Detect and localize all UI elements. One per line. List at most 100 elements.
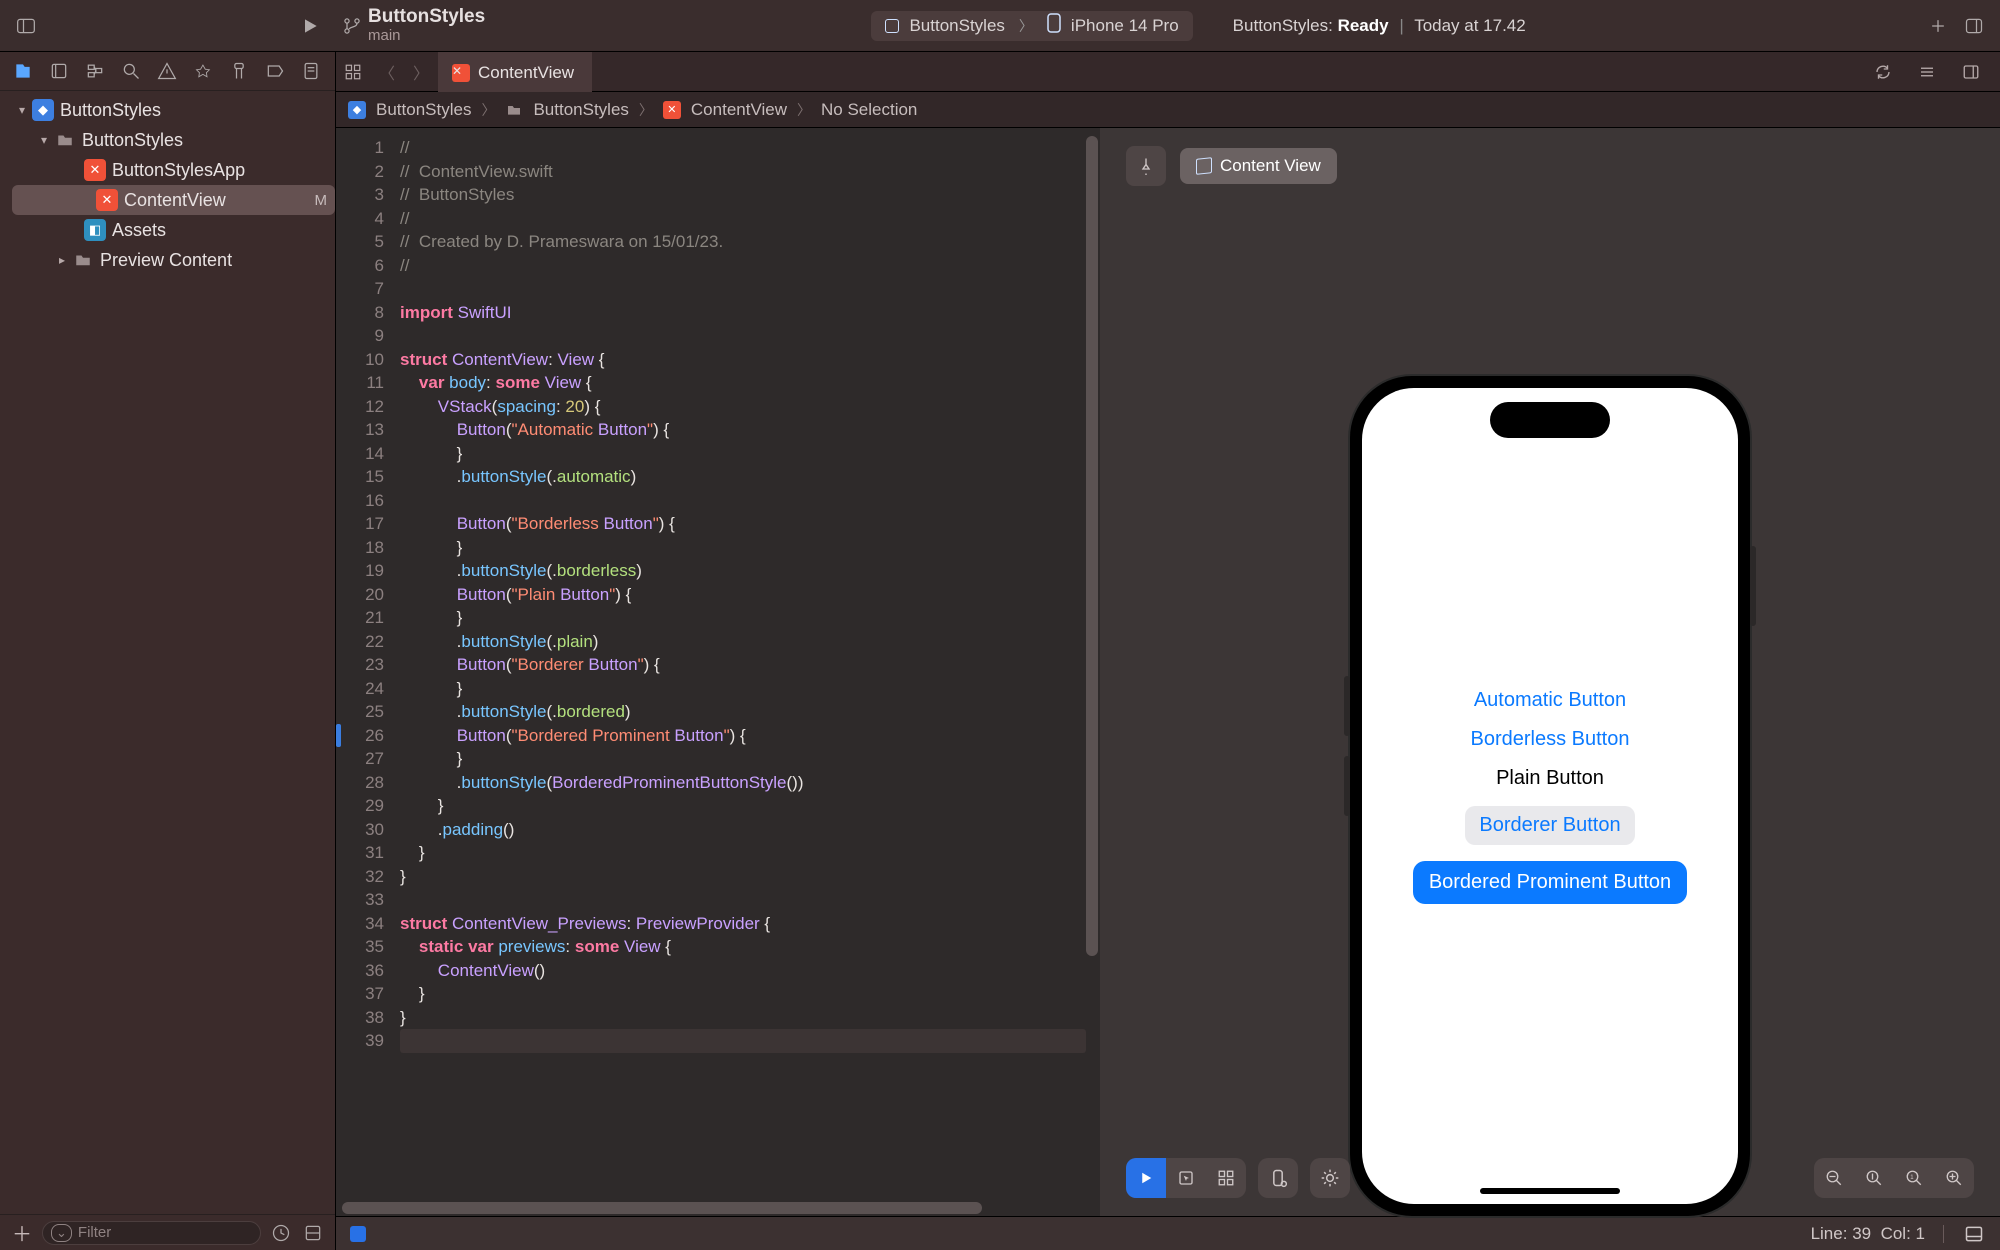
swift-icon: ✕ <box>84 159 106 181</box>
folder-icon <box>54 129 76 151</box>
device-volume-up <box>1344 676 1350 736</box>
device-frame: Automatic Button Borderless Button Plain… <box>1350 376 1750 1216</box>
tree-item-contentview[interactable]: ✕ ContentView M <box>12 185 335 215</box>
navigator-selector-bar <box>0 52 335 91</box>
swift-icon: ✕ <box>96 189 118 211</box>
tree-item-assets[interactable]: ◧ Assets <box>0 215 335 245</box>
tree-label: ContentView <box>124 190 226 211</box>
filter-icon: ⌄ <box>51 1224 72 1242</box>
live-preview-button[interactable] <box>1126 1158 1166 1198</box>
preview-selector[interactable]: Content View <box>1180 148 1337 184</box>
breakpoint-navigator-icon[interactable] <box>262 58 288 84</box>
scm-filter-icon[interactable] <box>301 1221 325 1245</box>
jump-segment[interactable]: No Selection <box>821 100 917 120</box>
toolbar: ButtonStyles main ButtonStyles 〉 iPhone … <box>0 0 2000 52</box>
add-editor-button[interactable] <box>1926 14 1950 38</box>
swift-icon: ✕ <box>452 64 470 82</box>
zoom-actual-button[interactable]: 1 <box>1894 1158 1934 1198</box>
device-side-button <box>1750 546 1756 626</box>
phone-icon <box>1047 13 1061 38</box>
preview-settings-button[interactable] <box>1310 1158 1350 1198</box>
jump-bar[interactable]: ◆ ButtonStyles 〉 ButtonStyles 〉 ✕ Conten… <box>336 92 2000 128</box>
zoom-out-button[interactable] <box>1814 1158 1854 1198</box>
project-tree: ▾ ◆ ButtonStyles ▾ ButtonStyles ✕ButtonS… <box>0 91 335 1214</box>
chevron-right-icon: 〉 <box>635 100 657 120</box>
branch-block[interactable]: ButtonStyles main <box>368 7 485 44</box>
editor-horizontal-scrollbar[interactable] <box>342 1202 982 1214</box>
device-screen[interactable]: Automatic Button Borderless Button Plain… <box>1362 388 1738 1204</box>
preview-plain-button[interactable]: Plain Button <box>1496 767 1604 790</box>
editor-tab-bar: 〈 〉 ✕ ContentView <box>336 52 2000 92</box>
preview-prominent-button[interactable]: Bordered Prominent Button <box>1413 861 1687 904</box>
preview-automatic-button[interactable]: Automatic Button <box>1474 689 1626 712</box>
debug-area-toggle[interactable] <box>1962 1222 1986 1246</box>
tree-item-preview content[interactable]: ▸ Preview Content <box>0 245 335 275</box>
navigator-footer: ＋ ⌄ Filter <box>0 1214 335 1250</box>
swift-icon: ✕ <box>663 101 681 119</box>
device-volume-down <box>1344 756 1350 816</box>
jump-segment[interactable]: ContentView <box>691 100 787 120</box>
debug-navigator-icon[interactable] <box>226 58 252 84</box>
run-button[interactable] <box>298 14 322 38</box>
zoom-fit-button[interactable] <box>1854 1158 1894 1198</box>
chevron-right-icon: 〉 <box>793 100 815 120</box>
cube-icon <box>1196 157 1212 175</box>
issue-navigator-icon[interactable] <box>154 58 180 84</box>
library-button[interactable] <box>1962 14 1986 38</box>
nav-back-button[interactable]: 〈 <box>370 52 404 92</box>
recent-filter-icon[interactable] <box>269 1221 293 1245</box>
tree-label: Preview Content <box>100 250 232 271</box>
preview-bordered-button[interactable]: Borderer Button <box>1465 806 1634 845</box>
tree-label: ButtonStyles <box>82 130 183 151</box>
assets-icon: ◧ <box>84 219 106 241</box>
related-items-button[interactable] <box>336 52 370 92</box>
report-navigator-icon[interactable] <box>298 58 324 84</box>
divider <box>1943 1225 1944 1243</box>
scheme-selector[interactable]: ButtonStyles 〉 iPhone 14 Pro <box>871 11 1192 41</box>
project-icon: ◆ <box>32 99 54 121</box>
test-navigator-icon[interactable] <box>190 58 216 84</box>
nav-forward-button[interactable]: 〉 <box>404 52 438 92</box>
tree-group[interactable]: ▾ ButtonStyles <box>0 125 335 155</box>
scm-badge: M <box>315 192 328 209</box>
disclosure-icon[interactable]: ▸ <box>54 253 70 267</box>
variants-button[interactable] <box>1206 1158 1246 1198</box>
navigator: ▾ ◆ ButtonStyles ▾ ButtonStyles ✕ButtonS… <box>0 52 336 1250</box>
sidebar-toggle-icon[interactable] <box>14 14 38 38</box>
chevron-right-icon: 〉 <box>477 100 499 120</box>
disclosure-icon[interactable]: ▾ <box>36 133 52 147</box>
tree-root[interactable]: ▾ ◆ ButtonStyles <box>0 95 335 125</box>
project-navigator-icon[interactable] <box>10 58 36 84</box>
preview-canvas: Content View Automatic Button Borderless… <box>1100 128 2000 1216</box>
editor-options-button[interactable] <box>1910 52 1944 92</box>
editor-vertical-scrollbar[interactable] <box>1086 136 1098 956</box>
scheme-icon <box>885 19 899 33</box>
filter-field[interactable]: ⌄ Filter <box>42 1221 261 1245</box>
jump-segment[interactable]: ButtonStyles <box>533 100 628 120</box>
device-settings-button[interactable] <box>1258 1158 1298 1198</box>
find-navigator-icon[interactable] <box>118 58 144 84</box>
folder-icon <box>505 101 523 119</box>
preview-borderless-button[interactable]: Borderless Button <box>1471 728 1630 751</box>
source-control-navigator-icon[interactable] <box>46 58 72 84</box>
dynamic-island <box>1490 402 1610 438</box>
refresh-preview-button[interactable] <box>1866 52 1900 92</box>
symbol-navigator-icon[interactable] <box>82 58 108 84</box>
branch-icon[interactable] <box>340 14 364 38</box>
tree-item-buttonstylesapp[interactable]: ✕ButtonStylesApp <box>0 155 335 185</box>
zoom-in-button[interactable] <box>1934 1158 1974 1198</box>
code-editor[interactable]: 1234567891011121314151617181920212223242… <box>336 128 1100 1216</box>
add-file-button[interactable]: ＋ <box>10 1221 34 1245</box>
status-indicator[interactable] <box>350 1226 366 1242</box>
jump-segment[interactable]: ButtonStyles <box>376 100 471 120</box>
code-area[interactable]: //// ContentView.swift// ButtonStyles///… <box>394 128 1100 1216</box>
editor-tab[interactable]: ✕ ContentView <box>438 52 592 92</box>
status-bar: Line: 39 Col: 1 <box>336 1216 2000 1250</box>
tree-label: Assets <box>112 220 166 241</box>
folder-icon <box>72 249 94 271</box>
preview-title: Content View <box>1220 156 1321 176</box>
disclosure-icon[interactable]: ▾ <box>14 103 30 117</box>
pin-preview-button[interactable] <box>1126 146 1166 186</box>
selectable-preview-button[interactable] <box>1166 1158 1206 1198</box>
adjust-editor-button[interactable] <box>1954 52 1988 92</box>
